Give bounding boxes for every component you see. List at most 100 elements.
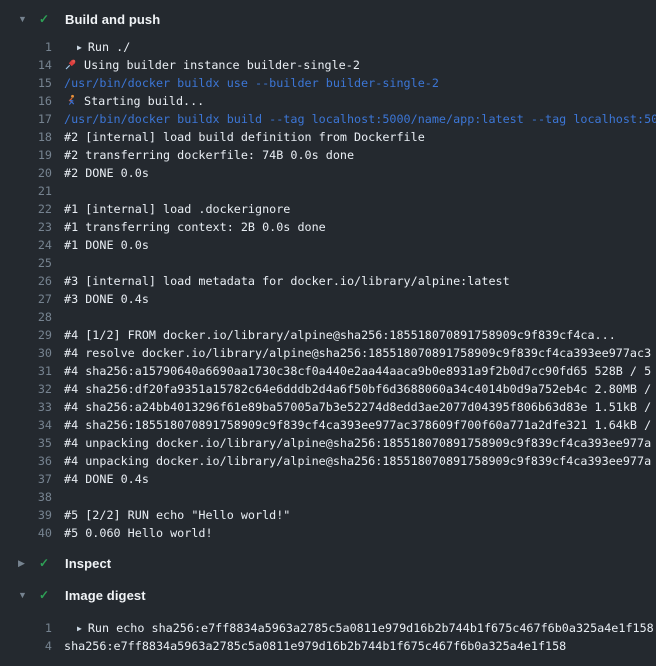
log-line[interactable]: 21 (0, 182, 656, 200)
line-number[interactable]: 17 (0, 110, 52, 128)
log-text: Using builder instance builder-single-2 (52, 56, 656, 74)
section-log-lines: 1 ▶Run echo sha256:e7ff8834a5963a2785c5a… (0, 619, 656, 655)
log-line[interactable]: 18 #2 [internal] load build definition f… (0, 128, 656, 146)
expand-chevron-icon[interactable]: ▶ (77, 39, 82, 56)
line-number[interactable]: 29 (0, 326, 52, 344)
line-number[interactable]: 20 (0, 164, 52, 182)
disclosure-triangle-icon[interactable]: ▼ (18, 8, 30, 30)
log-line[interactable]: 34 #4 sha256:185518070891758909c9f839cf4… (0, 416, 656, 434)
log-text: #4 sha256:df20fa9351a15782c64e6dddb2d4a6… (52, 380, 656, 398)
log-line[interactable]: 20 #2 DONE 0.0s (0, 164, 656, 182)
log-text: #4 [1/2] FROM docker.io/library/alpine@s… (52, 326, 656, 344)
log-line[interactable]: 26 #3 [internal] load metadata for docke… (0, 272, 656, 290)
log-text: ▶Run ./ (52, 38, 656, 56)
log-text: #4 sha256:a15790640a6690aa1730c38cf0a440… (52, 362, 656, 380)
line-number[interactable]: 38 (0, 488, 52, 506)
disclosure-triangle-icon[interactable]: ▶ (18, 552, 30, 574)
line-number[interactable]: 15 (0, 74, 52, 92)
log-text (52, 308, 656, 326)
log-line[interactable]: 35 #4 unpacking docker.io/library/alpine… (0, 434, 656, 452)
log-text: #2 [internal] load build definition from… (52, 128, 656, 146)
line-number[interactable]: 19 (0, 146, 52, 164)
log-line[interactable]: 40 #5 0.060 Hello world! (0, 524, 656, 542)
log-text: #2 transferring dockerfile: 74B 0.0s don… (52, 146, 656, 164)
log-line[interactable]: 17 /usr/bin/docker buildx build --tag lo… (0, 110, 656, 128)
log-text: #3 [internal] load metadata for docker.i… (52, 272, 656, 290)
log-line[interactable]: 30 #4 resolve docker.io/library/alpine@s… (0, 344, 656, 362)
line-number[interactable]: 22 (0, 200, 52, 218)
line-number[interactable]: 36 (0, 452, 52, 470)
log-text: #4 DONE 0.4s (52, 470, 656, 488)
line-number[interactable]: 1 (0, 38, 52, 56)
line-number[interactable]: 16 (0, 92, 52, 110)
log-text: ▶Run echo sha256:e7ff8834a5963a2785c5a08… (52, 619, 656, 637)
line-number[interactable]: 37 (0, 470, 52, 488)
log-line[interactable]: 19 #2 transferring dockerfile: 74B 0.0s … (0, 146, 656, 164)
log-line[interactable]: 22 #1 [internal] load .dockerignore (0, 200, 656, 218)
line-number[interactable]: 21 (0, 182, 52, 200)
log-text: #4 sha256:a24bb4013296f61e89ba57005a7b3e… (52, 398, 656, 416)
section-header[interactable]: ▶ ✓ Inspect (0, 552, 656, 574)
log-text: #4 unpacking docker.io/library/alpine@sh… (52, 434, 656, 452)
line-number[interactable]: 35 (0, 434, 52, 452)
log-line[interactable]: 16 Starting build... (0, 92, 656, 110)
line-number[interactable]: 1 (0, 619, 52, 637)
log-line[interactable]: 38 (0, 488, 656, 506)
line-number[interactable]: 14 (0, 56, 52, 74)
log-line[interactable]: 4 sha256:e7ff8834a5963a2785c5a0811e979d1… (0, 637, 656, 655)
line-number[interactable]: 27 (0, 290, 52, 308)
log-section-build-and-push: ▼ ✓ Build and push 1 ▶Run ./ 14 Using bu… (0, 8, 656, 542)
log-line[interactable]: 15 /usr/bin/docker buildx use --builder … (0, 74, 656, 92)
line-number[interactable]: 23 (0, 218, 52, 236)
log-line[interactable]: 1 ▶Run echo sha256:e7ff8834a5963a2785c5a… (0, 619, 656, 637)
line-number[interactable]: 26 (0, 272, 52, 290)
log-text: #2 DONE 0.0s (52, 164, 656, 182)
log-line[interactable]: 14 Using builder instance builder-single… (0, 56, 656, 74)
log-text: #3 DONE 0.4s (52, 290, 656, 308)
log-line[interactable]: 36 #4 unpacking docker.io/library/alpine… (0, 452, 656, 470)
line-number[interactable]: 30 (0, 344, 52, 362)
line-number[interactable]: 40 (0, 524, 52, 542)
line-number[interactable]: 4 (0, 637, 52, 655)
log-line[interactable]: 1 ▶Run ./ (0, 38, 656, 56)
line-number[interactable]: 24 (0, 236, 52, 254)
success-check-icon: ✓ (39, 584, 53, 606)
line-number[interactable]: 32 (0, 380, 52, 398)
log-line[interactable]: 27 #3 DONE 0.4s (0, 290, 656, 308)
log-line[interactable]: 33 #4 sha256:a24bb4013296f61e89ba57005a7… (0, 398, 656, 416)
log-line[interactable]: 37 #4 DONE 0.4s (0, 470, 656, 488)
log-text: /usr/bin/docker buildx use --builder bui… (52, 74, 656, 92)
line-number[interactable]: 18 (0, 128, 52, 146)
runner-icon (64, 94, 77, 107)
line-number[interactable]: 31 (0, 362, 52, 380)
log-section-image-digest: ▼ ✓ Image digest 1 ▶Run echo sha256:e7ff… (0, 584, 656, 655)
section-title: Image digest (65, 588, 146, 603)
line-number[interactable]: 34 (0, 416, 52, 434)
log-line[interactable]: 31 #4 sha256:a15790640a6690aa1730c38cf0a… (0, 362, 656, 380)
log-text: #4 unpacking docker.io/library/alpine@sh… (52, 452, 656, 470)
log-section-inspect: ▶ ✓ Inspect (0, 552, 656, 574)
log-line[interactable]: 32 #4 sha256:df20fa9351a15782c64e6dddb2d… (0, 380, 656, 398)
log-line[interactable]: 28 (0, 308, 656, 326)
log-text: #1 DONE 0.0s (52, 236, 656, 254)
log-text: /usr/bin/docker buildx build --tag local… (52, 110, 656, 128)
line-number[interactable]: 25 (0, 254, 52, 272)
log-line[interactable]: 25 (0, 254, 656, 272)
line-number[interactable]: 39 (0, 506, 52, 524)
log-text (52, 182, 656, 200)
log-text: #1 transferring context: 2B 0.0s done (52, 218, 656, 236)
section-header[interactable]: ▼ ✓ Build and push (0, 8, 656, 30)
log-line[interactable]: 24 #1 DONE 0.0s (0, 236, 656, 254)
actions-log-viewer: ▼ ✓ Build and push 1 ▶Run ./ 14 Using bu… (0, 8, 656, 655)
expand-chevron-icon[interactable]: ▶ (77, 620, 82, 637)
line-number[interactable]: 28 (0, 308, 52, 326)
disclosure-triangle-icon[interactable]: ▼ (18, 584, 30, 606)
section-header[interactable]: ▼ ✓ Image digest (0, 584, 656, 606)
section-title: Build and push (65, 12, 160, 27)
log-line[interactable]: 39 #5 [2/2] RUN echo "Hello world!" (0, 506, 656, 524)
log-line[interactable]: 29 #4 [1/2] FROM docker.io/library/alpin… (0, 326, 656, 344)
section-title: Inspect (65, 556, 111, 571)
line-number[interactable]: 33 (0, 398, 52, 416)
log-text: #4 sha256:185518070891758909c9f839cf4ca3… (52, 416, 656, 434)
log-line[interactable]: 23 #1 transferring context: 2B 0.0s done (0, 218, 656, 236)
